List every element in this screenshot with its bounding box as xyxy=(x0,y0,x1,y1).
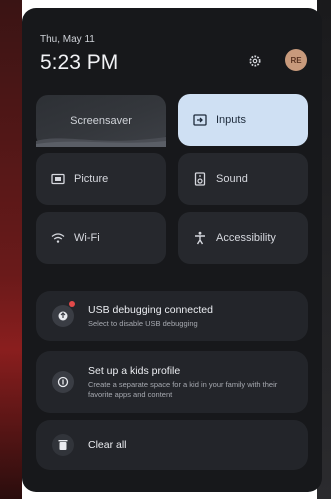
clear-all-button[interactable]: Clear all xyxy=(36,420,308,470)
tile-label-sound: Sound xyxy=(216,173,248,185)
quick-settings-panel: Thu, May 11 5:23 PM RE Screensaver Input… xyxy=(22,8,322,492)
notification-subtitle: Select to disable USB debugging xyxy=(88,319,198,328)
tile-screensaver[interactable]: Screensaver xyxy=(36,95,166,147)
trash-icon xyxy=(52,434,74,456)
tile-label-inputs: Inputs xyxy=(216,114,246,126)
background-left xyxy=(0,0,22,499)
notification-subtitle: Create a separate space for a kid in you… xyxy=(88,380,278,399)
notification-usb-debugging[interactable]: USB debugging connected Select to disabl… xyxy=(36,291,308,341)
notification-title: USB debugging connected xyxy=(88,304,213,316)
clear-all-label: Clear all xyxy=(88,439,127,451)
inputs-icon xyxy=(192,112,208,128)
tile-label-wifi: Wi-Fi xyxy=(74,232,100,244)
screensaver-icon xyxy=(36,137,166,147)
usb-icon xyxy=(52,305,74,327)
clock: 5:23 PM xyxy=(40,51,119,74)
tile-label-picture: Picture xyxy=(74,173,109,185)
notification-kids-profile[interactable]: Set up a kids profile Create a separate … xyxy=(36,351,308,413)
picture-icon xyxy=(50,171,66,187)
accessibility-icon xyxy=(192,230,208,246)
speaker-icon xyxy=(192,171,208,187)
tile-picture[interactable]: Picture xyxy=(36,153,166,205)
avatar[interactable]: RE xyxy=(285,49,307,71)
tile-label-screensaver: Screensaver xyxy=(70,115,132,127)
notification-dot xyxy=(69,301,75,307)
tile-label-accessibility: Accessibility xyxy=(216,232,276,244)
kids-profile-icon xyxy=(52,371,74,393)
wifi-icon xyxy=(50,230,66,246)
tile-accessibility[interactable]: Accessibility xyxy=(178,212,308,264)
notification-title: Set up a kids profile xyxy=(88,365,181,377)
date-label: Thu, May 11 xyxy=(40,34,95,45)
tile-sound[interactable]: Sound xyxy=(178,153,308,205)
settings-button[interactable] xyxy=(246,52,264,70)
tile-wifi[interactable]: Wi-Fi xyxy=(36,212,166,264)
gear-icon xyxy=(249,55,261,67)
tile-inputs[interactable]: Inputs xyxy=(178,94,308,146)
